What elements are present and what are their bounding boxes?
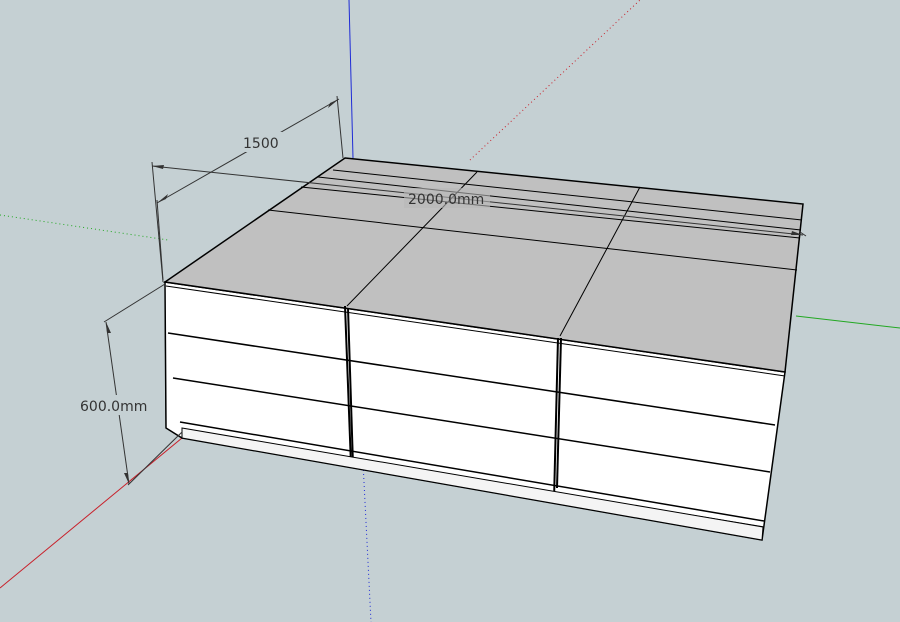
sketchup-model-viewport[interactable]: 1500 2000.0mm 600.0mm — [0, 0, 900, 622]
height-label[interactable]: 600.0mm — [80, 399, 147, 415]
depth-label[interactable]: 1500 — [243, 136, 279, 152]
width-label[interactable]: 2000.0mm — [408, 192, 484, 208]
